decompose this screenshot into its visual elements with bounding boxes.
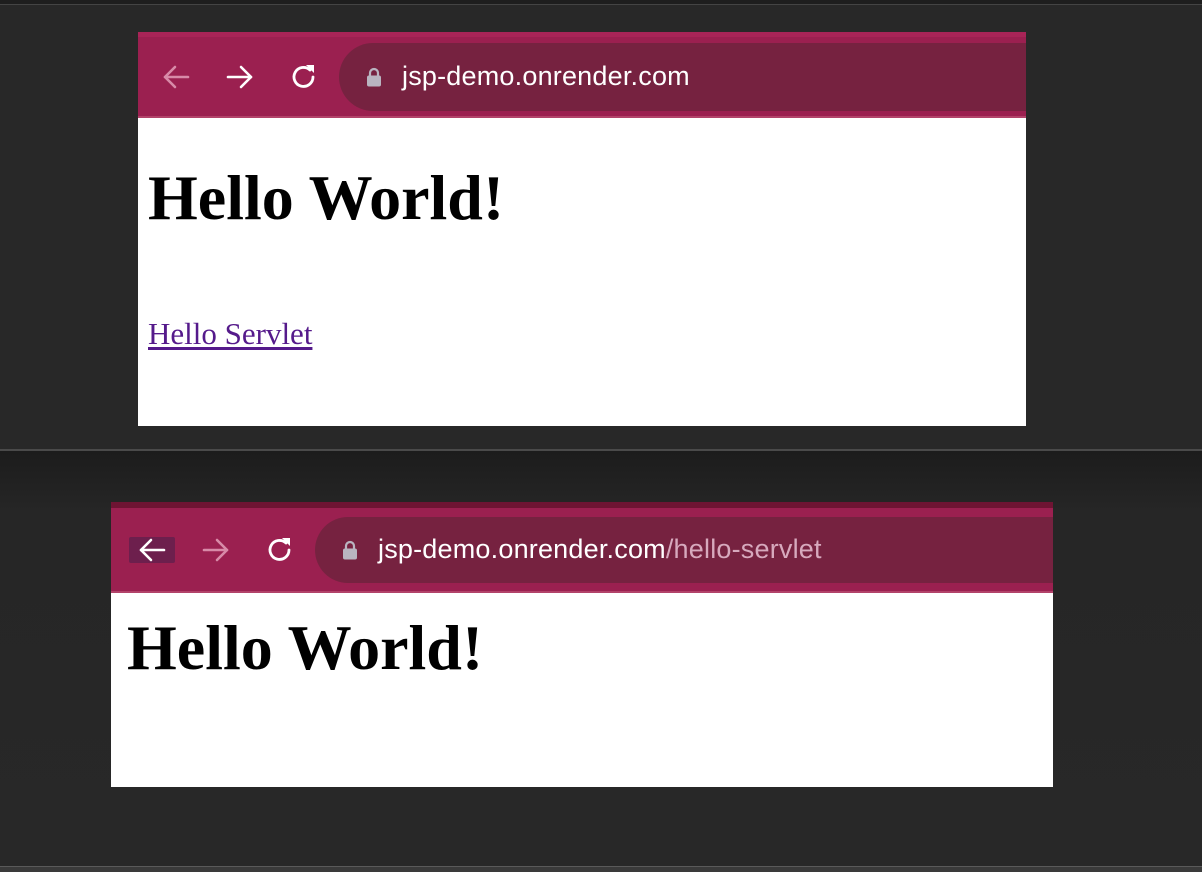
reload-icon xyxy=(288,61,320,93)
page-heading: Hello World! xyxy=(127,612,484,683)
arrow-left-icon xyxy=(137,535,167,565)
url-path: /hello-servlet xyxy=(665,534,822,564)
arrow-right-icon xyxy=(201,535,231,565)
page-content: Hello World! Hello Servlet xyxy=(138,118,1026,426)
browser-window-servlet: jsp-demo.onrender.com/hello-servlet Hell… xyxy=(111,502,1053,787)
page-heading: Hello World! xyxy=(148,162,505,233)
reload-button[interactable] xyxy=(257,533,303,567)
lock-icon[interactable] xyxy=(366,67,382,87)
reload-icon xyxy=(264,534,296,566)
url-host: jsp-demo.onrender.com xyxy=(402,61,690,91)
address-bar[interactable]: jsp-demo.onrender.com xyxy=(339,42,1026,111)
bottom-edge xyxy=(0,866,1202,872)
url-host: jsp-demo.onrender.com xyxy=(378,534,666,564)
browser-toolbar: jsp-demo.onrender.com/hello-servlet xyxy=(111,502,1053,593)
back-button[interactable] xyxy=(153,60,199,94)
forward-button[interactable] xyxy=(217,60,263,94)
top-edge xyxy=(0,0,1202,5)
arrow-right-icon xyxy=(225,62,255,92)
arrow-left-icon xyxy=(161,62,191,92)
reload-button[interactable] xyxy=(281,60,327,94)
page-content: Hello World! xyxy=(111,593,1053,787)
address-bar[interactable]: jsp-demo.onrender.com/hello-servlet xyxy=(315,516,1053,583)
lock-icon[interactable] xyxy=(342,540,358,560)
forward-button[interactable] xyxy=(193,533,239,567)
screenshot-canvas: jsp-demo.onrender.com Hello World! Hello… xyxy=(0,0,1202,872)
browser-toolbar: jsp-demo.onrender.com xyxy=(138,32,1026,118)
hello-servlet-link[interactable]: Hello Servlet xyxy=(148,316,312,352)
browser-window-home: jsp-demo.onrender.com Hello World! Hello… xyxy=(138,32,1026,426)
back-button[interactable] xyxy=(129,535,175,565)
